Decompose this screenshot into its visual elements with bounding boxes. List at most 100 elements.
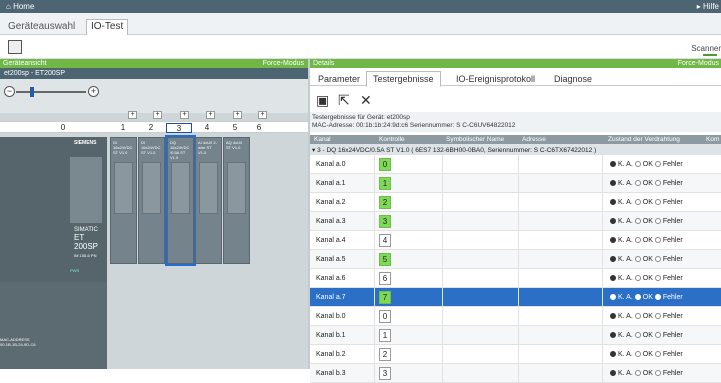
radio-ok[interactable] (634, 237, 641, 243)
table-row[interactable]: Kanal a.2 2 K. A. OK Fehler (310, 193, 721, 212)
tab-io-ereignisprotokoll[interactable]: IO-Ereignisprotokoll (456, 74, 535, 84)
slot-plus-icon[interactable]: + (153, 111, 162, 119)
radio-ka[interactable] (610, 199, 616, 205)
module-slot-3-selected[interactable]: DQ 16x24VDC /0.5A ST V1.0 (165, 135, 196, 266)
network-icon[interactable] (8, 40, 22, 54)
radio-ka[interactable] (610, 256, 616, 262)
radio-ok[interactable] (634, 275, 641, 281)
radio-ka[interactable] (610, 294, 616, 300)
export-icon[interactable]: ⇱ (338, 92, 350, 109)
radio-ok[interactable] (634, 313, 641, 319)
scanner-label[interactable]: Scanner (691, 44, 721, 53)
col-kommentar[interactable]: Kom (706, 136, 719, 143)
radio-ok[interactable] (634, 199, 641, 205)
table-row[interactable]: Kanal b.0 0 K. A. OK Fehler (310, 307, 721, 326)
home-link[interactable]: ⌂ Home (6, 2, 34, 11)
radio-fehler[interactable] (654, 275, 661, 281)
slot-plus-icon[interactable]: + (258, 111, 267, 119)
radio-ka[interactable] (610, 313, 616, 319)
table-row[interactable]: Kanal a.0 0 K. A. OK Fehler (310, 155, 721, 174)
module-slot-1[interactable]: DI 16x24VDC ST V1.0 (110, 137, 137, 264)
radio-ok-label: OK (642, 332, 653, 339)
radio-fehler[interactable] (654, 351, 661, 357)
control-value[interactable]: 4 (379, 234, 391, 247)
tab-geraeteauswahl[interactable]: Geräteauswahl (8, 21, 75, 32)
table-row[interactable]: Kanal b.1 1 K. A. OK Fehler (310, 326, 721, 345)
control-value[interactable]: 1 (379, 329, 391, 342)
radio-fehler[interactable] (654, 218, 661, 224)
help-link[interactable]: ▸ Hilfe (697, 2, 719, 11)
radio-ok-label: OK (642, 294, 653, 301)
channel-name: Kanal a.3 (316, 218, 346, 225)
table-row[interactable]: Kanal a.7 7 K. A. OK Fehler (310, 288, 721, 307)
radio-ka[interactable] (610, 180, 616, 186)
radio-fehler[interactable] (654, 313, 661, 319)
radio-fehler[interactable] (654, 237, 661, 243)
tab-diagnose[interactable]: Diagnose (554, 74, 592, 84)
radio-ka[interactable] (610, 332, 616, 338)
radio-fehler[interactable] (654, 161, 661, 167)
radio-ka[interactable] (610, 161, 616, 167)
slot-plus-icon[interactable]: + (233, 111, 242, 119)
control-value[interactable]: 3 (379, 215, 391, 228)
module-label: AQ 4xU/I ST V1.0 (226, 140, 243, 150)
control-value[interactable]: 2 (379, 348, 391, 361)
module-slot-4[interactable]: AI 4xU/I 2- wire ST V1.0 (195, 137, 222, 264)
table-row[interactable]: Kanal a.4 4 K. A. OK Fehler (310, 231, 721, 250)
table-row[interactable]: Kanal a.6 6 K. A. OK Fehler (310, 269, 721, 288)
tab-testergebnisse[interactable]: Testergebnisse (366, 71, 441, 87)
module-slot-5[interactable]: AQ 4xU/I ST V1.0 (223, 137, 250, 264)
control-value[interactable]: 5 (379, 253, 391, 266)
control-value[interactable]: 2 (379, 196, 391, 209)
radio-ok[interactable] (634, 218, 641, 224)
interface-module[interactable]: SIEMENS SIMATIC ET 200SP IM 155-6 PN PWR (0, 137, 107, 282)
radio-ok[interactable] (634, 332, 641, 338)
radio-ka[interactable] (610, 275, 616, 281)
control-value[interactable]: 0 (379, 158, 391, 171)
radio-fehler[interactable] (654, 294, 661, 300)
control-value[interactable]: 0 (379, 310, 391, 323)
table-row[interactable]: Kanal b.2 2 K. A. OK Fehler (310, 345, 721, 364)
radio-ka[interactable] (610, 237, 616, 243)
col-kontrolle[interactable]: Kontrolle (379, 136, 405, 143)
radio-ok[interactable] (634, 256, 641, 262)
radio-ok[interactable] (634, 180, 641, 186)
control-value[interactable]: 1 (379, 177, 391, 190)
radio-ka[interactable] (610, 351, 616, 357)
col-adresse[interactable]: Adresse (522, 136, 546, 143)
table-row[interactable]: Kanal a.5 5 K. A. OK Fehler (310, 250, 721, 269)
col-zustand[interactable]: Zustand der Verdrahtung (608, 136, 680, 143)
control-value[interactable]: 6 (379, 272, 391, 285)
slot-plus-icon[interactable]: + (206, 111, 215, 119)
module-slot-2[interactable]: DI 16x24VDC ST V1.0 (138, 137, 165, 264)
table-row[interactable]: Kanal a.3 3 K. A. OK Fehler (310, 212, 721, 231)
tab-io-test[interactable]: IO-Test (86, 19, 129, 35)
radio-ok[interactable] (634, 294, 641, 300)
radio-ka[interactable] (610, 370, 616, 376)
radio-ok[interactable] (634, 351, 641, 357)
radio-ka[interactable] (610, 218, 616, 224)
zoom-out-icon[interactable]: − (4, 86, 15, 97)
radio-ok[interactable] (634, 370, 641, 376)
col-kanal[interactable]: Kanal (314, 136, 331, 143)
zoom-slider[interactable]: − + (4, 84, 114, 100)
cell-divider (518, 212, 519, 231)
radio-fehler[interactable] (654, 370, 661, 376)
radio-fehler[interactable] (654, 332, 661, 338)
slot-plus-icon[interactable]: + (180, 111, 189, 119)
zoom-thumb[interactable] (30, 87, 34, 97)
zoom-in-icon[interactable]: + (88, 86, 99, 97)
control-value[interactable]: 7 (379, 291, 391, 304)
tab-parameter[interactable]: Parameter (318, 74, 360, 84)
radio-fehler[interactable] (654, 199, 661, 205)
group-row[interactable]: ▾ 3 - DQ 16x24VDC/0.5A ST V1.0 ( 6ES7 13… (310, 144, 721, 155)
radio-fehler[interactable] (654, 180, 661, 186)
slot-plus-icon[interactable]: + (128, 111, 137, 119)
save-icon[interactable]: ▣ (316, 92, 329, 109)
table-row[interactable]: Kanal a.1 1 K. A. OK Fehler (310, 174, 721, 193)
col-symbolischer-name[interactable]: Symbolischer Name (446, 136, 504, 143)
table-row[interactable]: Kanal b.3 3 K. A. OK Fehler (310, 364, 721, 383)
radio-fehler[interactable] (654, 256, 661, 262)
radio-ok[interactable] (634, 161, 641, 167)
delete-icon[interactable]: ✕ (360, 92, 372, 109)
